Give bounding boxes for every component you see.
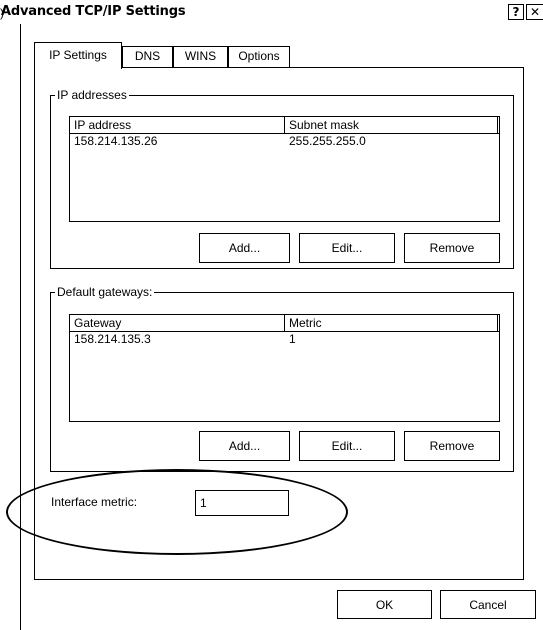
- close-icon[interactable]: ✕: [526, 4, 543, 20]
- tab-options[interactable]: Options: [228, 46, 290, 67]
- column-divider[interactable]: [497, 315, 498, 331]
- ip-list-header: IP address Subnet mask: [70, 117, 499, 134]
- ip-address-cell: 158.214.135.26: [74, 134, 158, 148]
- gateway-list-header: Gateway Metric: [70, 315, 499, 332]
- dialog-border: [20, 24, 21, 630]
- tab-dns[interactable]: DNS: [122, 46, 173, 67]
- add-ip-button[interactable]: Add...: [199, 233, 290, 263]
- ok-button[interactable]: OK: [337, 590, 432, 619]
- subnet-mask-cell: 255.255.255.0: [289, 134, 366, 148]
- add-gateway-button[interactable]: Add...: [199, 431, 290, 461]
- metric-cell: 1: [289, 332, 296, 346]
- window-title: Advanced TCP/IP Settings: [1, 4, 186, 19]
- default-gateways-legend: Default gateways:: [55, 285, 155, 299]
- tab-wins[interactable]: WINS: [173, 46, 228, 67]
- remove-ip-button[interactable]: Remove: [404, 233, 500, 263]
- cancel-button[interactable]: Cancel: [440, 590, 536, 619]
- column-header-subnet-mask[interactable]: Subnet mask: [285, 117, 495, 133]
- tab-ip-settings[interactable]: IP Settings: [34, 42, 122, 69]
- column-divider[interactable]: [497, 117, 498, 133]
- tab-panel-left: [34, 67, 35, 580]
- edit-ip-button[interactable]: Edit...: [299, 233, 395, 263]
- help-button[interactable]: ?: [508, 4, 524, 20]
- remove-gateway-button[interactable]: Remove: [404, 431, 500, 461]
- annotation-paren: ): [0, 6, 4, 20]
- column-header-ip-address[interactable]: IP address: [70, 117, 284, 133]
- table-row[interactable]: 158.214.135.26 255.255.255.0: [70, 134, 499, 149]
- interface-metric-label: Interface metric:: [51, 495, 138, 509]
- gateway-list[interactable]: Gateway Metric 158.214.135.3 1: [69, 314, 500, 422]
- table-row[interactable]: 158.214.135.3 1: [70, 332, 499, 347]
- interface-metric-input[interactable]: 1: [195, 490, 289, 516]
- ip-addresses-legend: IP addresses: [55, 88, 129, 102]
- ip-address-list[interactable]: IP address Subnet mask 158.214.135.26 25…: [69, 116, 500, 222]
- column-header-gateway[interactable]: Gateway: [70, 315, 284, 331]
- tab-panel-right: [523, 67, 524, 580]
- tab-panel-bottom: [34, 579, 524, 580]
- edit-gateway-button[interactable]: Edit...: [299, 431, 395, 461]
- column-header-metric[interactable]: Metric: [285, 315, 495, 331]
- annotation-ellipse: [6, 469, 348, 555]
- title-bar: Advanced TCP/IP Settings ? ✕: [0, 0, 543, 26]
- gateway-cell: 158.214.135.3: [74, 332, 151, 346]
